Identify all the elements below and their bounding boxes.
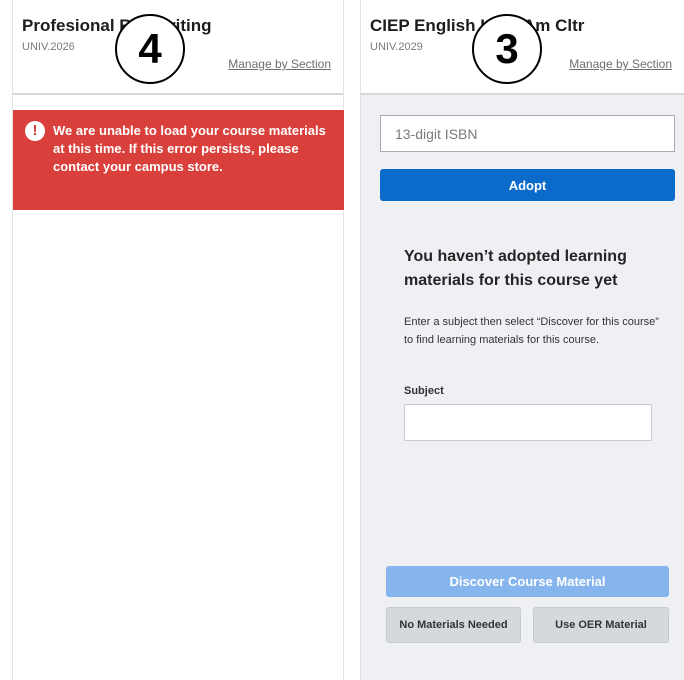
adopt-button[interactable]: Adopt [380, 169, 675, 201]
no-materials-needed-button[interactable]: No Materials Needed [386, 607, 521, 643]
error-banner: ! We are unable to load your course mate… [13, 110, 344, 210]
use-oer-material-button[interactable]: Use OER Material [533, 607, 669, 643]
error-icon: ! [25, 121, 45, 141]
empty-state-description: Enter a subject then select “Discover fo… [404, 316, 659, 346]
empty-state-heading: You haven’t adopted learning materials f… [404, 248, 627, 289]
subject-label: Subject [404, 385, 444, 397]
discover-course-material-button[interactable]: Discover Course Material [386, 566, 669, 597]
error-message: We are unable to load your course materi… [53, 123, 326, 174]
step-badge-4: 4 [115, 14, 185, 84]
manage-by-section-link[interactable]: Manage by Section [569, 57, 672, 71]
manage-by-section-link[interactable]: Manage by Section [228, 57, 331, 71]
course-code: UNIV.2026 [22, 41, 75, 53]
course-card-left: Profesional R… Writing UNIV.2026 Manage … [12, 0, 344, 680]
isbn-input[interactable] [380, 115, 675, 152]
subject-input[interactable] [404, 404, 652, 441]
course-card-right: CIEP English I… & Am Cltr UNIV.2029 Mana… [360, 0, 684, 680]
course-title: Profesional R… Writing [22, 16, 212, 35]
step-badge-3: 3 [472, 14, 542, 84]
course-code: UNIV.2029 [370, 41, 423, 53]
